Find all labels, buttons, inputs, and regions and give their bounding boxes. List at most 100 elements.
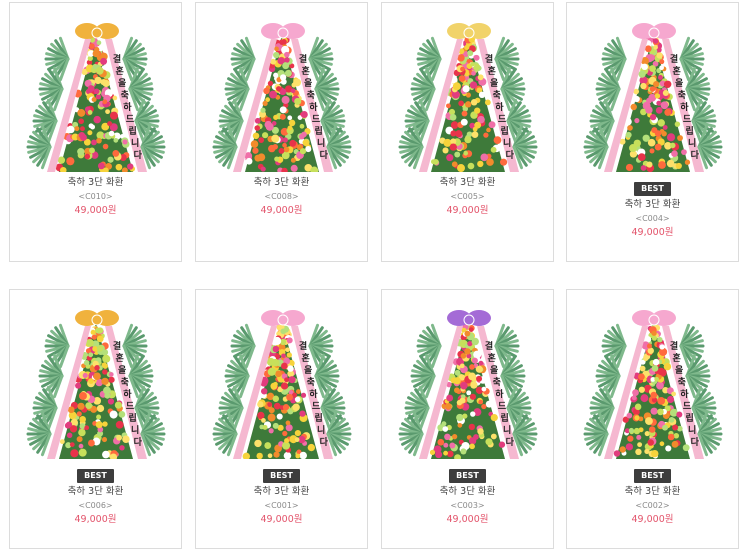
svg-text:다: 다	[506, 149, 515, 161]
product-card[interactable]: 결 혼 을 축 하 드 립 니 다 축하 3단 화환 <C005> 49,000원	[381, 2, 554, 262]
svg-text:결: 결	[299, 53, 307, 65]
svg-text:혼: 혼	[301, 352, 309, 364]
product-image[interactable]: 결혼을축하드립니다	[211, 17, 354, 172]
svg-text:니: 니	[503, 424, 511, 436]
svg-text:하: 하	[123, 388, 132, 400]
product-name[interactable]: 축하 3단 화환	[196, 485, 367, 499]
svg-text:니: 니	[503, 137, 511, 149]
bow-ribbon	[632, 23, 676, 39]
svg-text:결: 결	[299, 340, 307, 352]
product-info: BEST 축하 3단 화환 <C004> 49,000원	[567, 176, 738, 240]
svg-text:니: 니	[131, 137, 139, 149]
svg-text:니: 니	[317, 424, 325, 436]
product-price: 49,000원	[74, 514, 117, 525]
product-price: 49,000원	[74, 205, 117, 216]
best-badge: BEST	[263, 469, 300, 483]
product-price: 49,000원	[260, 514, 303, 525]
product-code: <C010>	[78, 192, 113, 201]
best-badge: BEST	[634, 182, 671, 196]
svg-text:결: 결	[670, 53, 678, 65]
svg-text:립: 립	[685, 412, 693, 424]
svg-text:드: 드	[312, 114, 321, 125]
product-code: <C003>	[450, 501, 485, 510]
product-name[interactable]: 축하 3단 화환	[10, 176, 181, 190]
bow-ribbon	[75, 310, 119, 326]
svg-text:립: 립	[314, 412, 322, 424]
product-image[interactable]: 결혼을축하드립니다	[397, 17, 540, 172]
product-name[interactable]: 축하 3단 화환	[10, 485, 181, 499]
svg-text:하: 하	[123, 101, 132, 113]
product-image[interactable]: 결혼을축하드립니다	[582, 304, 725, 459]
svg-text:축: 축	[678, 376, 686, 388]
product-card[interactable]: 결 혼 을 축 하 드 립 니 다 BEST 축하 3단 화환 <C006> 49,000원	[9, 289, 182, 549]
svg-text:드: 드	[126, 401, 135, 412]
svg-text:혼: 혼	[115, 65, 123, 77]
svg-text:을: 을	[490, 365, 498, 376]
product-card[interactable]: 결 혼 을 축 하 드 립 니 다 BEST 축하 3단 화환 <C002> 49,000원	[566, 289, 739, 549]
svg-text:드: 드	[683, 401, 692, 412]
svg-text:혼: 혼	[672, 65, 680, 77]
svg-text:축: 축	[307, 89, 315, 101]
bow-ribbon	[261, 310, 305, 326]
product-price: 49,000원	[631, 514, 674, 525]
bow-ribbon	[632, 310, 676, 326]
product-image[interactable]: 결혼을축하드립니다	[25, 304, 168, 459]
svg-text:혼: 혼	[487, 65, 495, 77]
product-name[interactable]: 축하 3단 화환	[567, 485, 738, 499]
bow-ribbon	[447, 23, 491, 39]
svg-text:다: 다	[506, 436, 515, 448]
product-name[interactable]: 축하 3단 화환	[382, 176, 553, 190]
svg-text:혼: 혼	[301, 65, 309, 77]
svg-text:결: 결	[485, 53, 493, 65]
svg-text:하: 하	[309, 101, 318, 113]
svg-text:을: 을	[675, 78, 683, 89]
product-card[interactable]: 결 혼 을 축 하 드 립 니 다 BEST 축하 3단 화환 <C001> 49,000원	[195, 289, 368, 549]
svg-text:니: 니	[688, 137, 696, 149]
svg-text:니: 니	[131, 424, 139, 436]
product-grid: 결 혼 을 축 하 드 립 니 다 축하 3단 화환 <C010> 49,000원 결 혼 을 축 하 드 립 니 다 축…	[0, 0, 743, 549]
svg-text:드: 드	[498, 114, 507, 125]
svg-text:을: 을	[304, 365, 312, 376]
product-card[interactable]: 결 혼 을 축 하 드 립 니 다 BEST 축하 3단 화환 <C003> 49,000원	[381, 289, 554, 549]
svg-text:축: 축	[121, 376, 129, 388]
product-card[interactable]: 결 혼 을 축 하 드 립 니 다 BEST 축하 3단 화환 <C004> 49,000원	[566, 2, 739, 262]
product-card[interactable]: 결 혼 을 축 하 드 립 니 다축하 3단 화환 <C010> 49,000원	[9, 2, 182, 262]
product-name[interactable]: 축하 3단 화환	[382, 485, 553, 499]
product-info: BEST 축하 3단 화환 <C001> 49,000원	[196, 463, 367, 527]
svg-text:을: 을	[675, 365, 683, 376]
product-image[interactable]: 결혼을축하드립니다	[582, 17, 725, 172]
svg-text:립: 립	[128, 412, 136, 424]
product-card[interactable]: 결 혼 을 축 하 드 립 니 다축하 3단 화환 <C008> 49,000원	[195, 2, 368, 262]
best-badge: BEST	[77, 469, 114, 483]
product-code: <C002>	[635, 501, 670, 510]
product-price: 49,000원	[260, 205, 303, 216]
product-image[interactable]: 결혼을축하드립니다	[397, 304, 540, 459]
product-code: <C008>	[264, 192, 299, 201]
svg-text:하: 하	[309, 388, 318, 400]
product-info: 축하 3단 화환 <C010> 49,000원	[10, 176, 181, 218]
svg-text:을: 을	[118, 365, 126, 376]
svg-text:축: 축	[493, 89, 501, 101]
product-name[interactable]: 축하 3단 화환	[567, 198, 738, 212]
product-name[interactable]: 축하 3단 화환	[196, 176, 367, 190]
best-badge: BEST	[634, 469, 671, 483]
svg-text:혼: 혼	[672, 352, 680, 364]
svg-text:다: 다	[134, 436, 143, 448]
svg-text:립: 립	[314, 125, 322, 137]
product-image[interactable]: 결혼을축하드립니다	[25, 17, 168, 172]
svg-text:드: 드	[312, 401, 321, 412]
svg-text:립: 립	[500, 125, 508, 137]
svg-text:드: 드	[683, 114, 692, 125]
svg-text:결: 결	[485, 340, 493, 352]
product-image[interactable]: 결혼을축하드립니다	[211, 304, 354, 459]
bow-ribbon	[75, 23, 119, 39]
svg-text:축: 축	[121, 89, 129, 101]
svg-text:축: 축	[493, 376, 501, 388]
svg-text:드: 드	[498, 401, 507, 412]
svg-text:결: 결	[113, 340, 121, 352]
product-info: BEST 축하 3단 화환 <C002> 49,000원	[567, 463, 738, 527]
svg-text:드: 드	[126, 114, 135, 125]
svg-text:립: 립	[500, 412, 508, 424]
svg-text:니: 니	[688, 424, 696, 436]
bow-ribbon	[447, 310, 491, 326]
